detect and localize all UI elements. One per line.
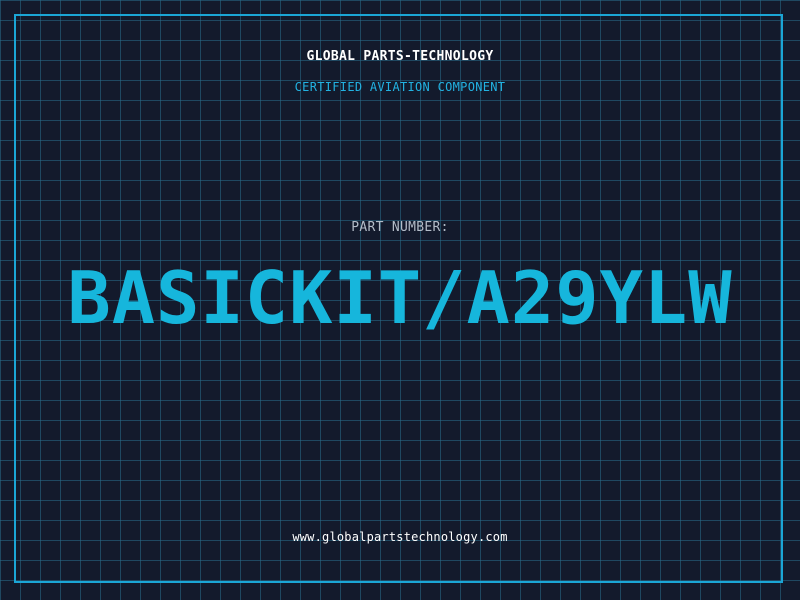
part-label-card: GLOBAL PARTS-TECHNOLOGY CERTIFIED AVIATI… xyxy=(0,0,800,600)
part-number-value: BASICKIT/A29YLW xyxy=(67,256,733,340)
company-name: GLOBAL PARTS-TECHNOLOGY xyxy=(306,49,494,64)
certification-tagline: CERTIFIED AVIATION COMPONENT xyxy=(294,80,506,94)
part-number-label: PART NUMBER: xyxy=(351,220,449,235)
website-url: www.globalpartstechnology.com xyxy=(292,530,508,544)
